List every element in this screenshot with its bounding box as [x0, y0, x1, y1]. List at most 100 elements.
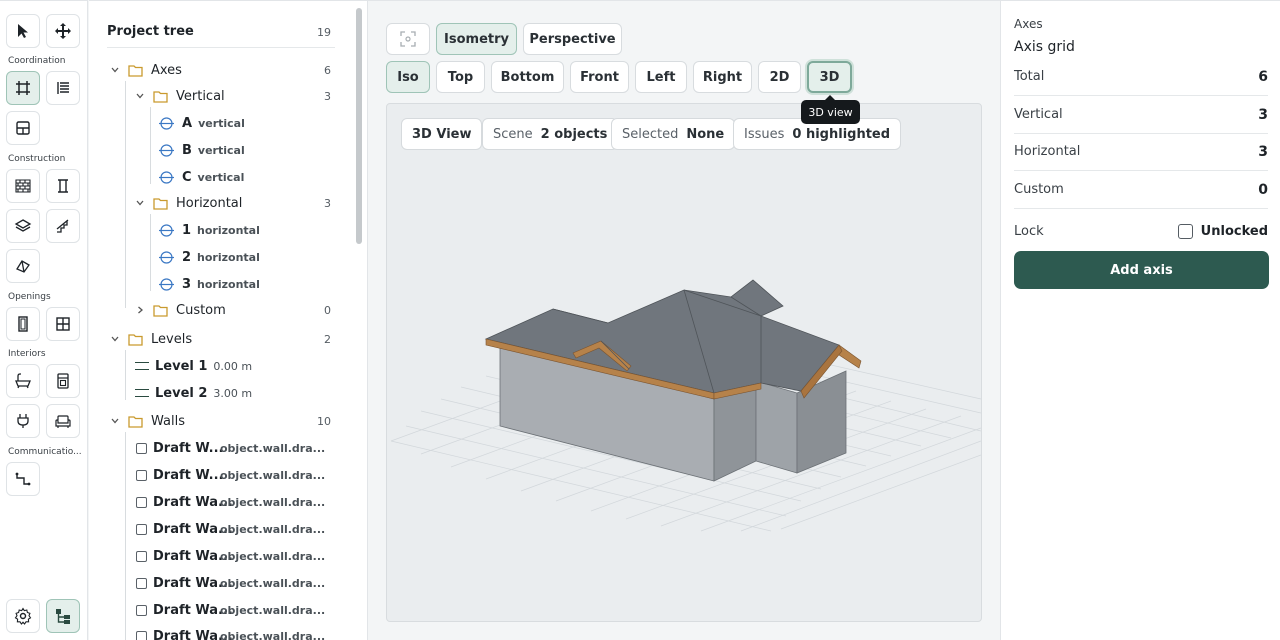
tree-item-wall[interactable]: Draft W... object.wall.dra... — [89, 437, 353, 459]
tree-item-wall[interactable]: Draft Wa... object.wall.dra... — [89, 545, 353, 567]
view-preset-2d[interactable]: 2D — [758, 61, 801, 93]
tree-node-count: 3 — [324, 196, 331, 210]
wall-icon — [136, 577, 147, 589]
tree-node-axes[interactable]: Axes 6 — [89, 59, 353, 81]
wall-id: object.wall.dra... — [220, 603, 326, 617]
tree-item-wall[interactable]: Draft Wa... object.wall.dra... — [89, 572, 353, 594]
project-tree-count: 19 — [317, 26, 331, 39]
view-preset-front[interactable]: Front — [570, 61, 629, 93]
tree-node-walls[interactable]: Walls 10 — [89, 410, 353, 432]
tree-item-axis-1[interactable]: 1 horizontal — [89, 219, 353, 241]
furniture-tool-button[interactable] — [46, 404, 80, 438]
tree-node-count: 3 — [324, 89, 331, 103]
folder-icon — [128, 415, 143, 428]
perspective-toggle[interactable]: Perspective — [523, 23, 622, 55]
wall-id: object.wall.dra... — [220, 629, 326, 640]
tree-node-custom[interactable]: Custom 0 — [89, 299, 353, 321]
select-tool-button[interactable] — [6, 14, 40, 48]
axis-name: 3 — [182, 276, 192, 292]
view-preset-3d[interactable]: 3D — [807, 61, 852, 93]
view-mode-chip: 3D View — [401, 118, 483, 150]
tree-node-label: Axes — [151, 62, 182, 78]
zones-tool-button[interactable] — [6, 111, 40, 145]
properties-panel: Axes Axis grid Total 6 Vertical 3 Horizo… — [1000, 0, 1280, 640]
tree-node-label: Walls — [151, 413, 185, 429]
isometry-toggle[interactable]: Isometry — [436, 23, 517, 55]
tree-scrollbar-thumb[interactable] — [356, 8, 362, 244]
stairs-tool-button[interactable] — [46, 209, 80, 243]
column-tool-button[interactable] — [46, 169, 80, 203]
wall-tool-button[interactable] — [6, 169, 40, 203]
lock-toggle[interactable]: Unlocked — [1177, 223, 1268, 239]
tree-view-icon — [56, 609, 70, 624]
view-preset-bottom[interactable]: Bottom — [491, 61, 564, 93]
house-model — [484, 279, 862, 482]
add-axis-button[interactable]: Add axis — [1014, 251, 1269, 289]
selected-label: Selected — [622, 126, 679, 142]
tree-node-vertical[interactable]: Vertical 3 — [89, 85, 353, 107]
view-preset-top[interactable]: Top — [436, 61, 485, 93]
tool-sidebar: Coordination Construction Openings Inter… — [0, 0, 88, 640]
electrical-tool-button[interactable] — [6, 404, 40, 438]
tree-node-count: 2 — [324, 332, 331, 346]
lock-checkbox[interactable] — [1177, 223, 1193, 239]
view-mode-label: 3D View — [412, 126, 472, 142]
tree-item-level-2[interactable]: Level 2 3.00 m — [89, 382, 353, 404]
wall-icon — [136, 550, 147, 562]
tree-item-axis-b[interactable]: B vertical — [89, 139, 353, 161]
levels-icon — [57, 82, 69, 94]
tree-item-axis-c[interactable]: C vertical — [89, 166, 353, 188]
pipe-tool-button[interactable] — [6, 462, 40, 496]
scene-chip: Scene 2 objects — [482, 118, 619, 150]
view-preset-iso[interactable]: Iso — [386, 61, 430, 93]
group-label-interiors: Interiors — [8, 349, 46, 359]
group-label-openings: Openings — [8, 292, 51, 302]
roof-tool-button[interactable] — [6, 249, 40, 283]
tree-node-count: 6 — [324, 63, 331, 77]
levels-tool-button[interactable] — [46, 71, 80, 105]
group-label-communications: Communicatio... — [8, 447, 82, 457]
folder-icon — [153, 90, 168, 103]
wall-id: object.wall.dra... — [220, 549, 326, 563]
tree-item-wall[interactable]: Draft Wa... object.wall.dra... — [89, 518, 353, 540]
cursor-arrow-icon — [18, 24, 28, 38]
stat-value: 0 — [1258, 181, 1268, 198]
project-tree-title: Project tree — [107, 24, 194, 39]
window-tool-button[interactable] — [46, 307, 80, 341]
stat-label: Total — [1014, 69, 1045, 84]
tree-item-axis-a[interactable]: A vertical — [89, 112, 353, 134]
tree-node-levels[interactable]: Levels 2 — [89, 328, 353, 350]
stat-row-custom: Custom 0 — [1014, 171, 1268, 209]
axis-icon — [159, 116, 174, 130]
panel-title: Axis grid — [1014, 39, 1075, 55]
tree-item-axis-3[interactable]: 3 horizontal — [89, 273, 353, 295]
tree-item-wall[interactable]: Draft W... object.wall.dra... — [89, 464, 353, 486]
level-name: Level 2 — [155, 385, 208, 401]
tree-item-axis-2[interactable]: 2 horizontal — [89, 246, 353, 268]
appliance-tool-button[interactable] — [46, 364, 80, 398]
wall-icon — [136, 523, 147, 535]
fit-view-button[interactable] — [386, 23, 430, 55]
door-tool-button[interactable] — [6, 307, 40, 341]
project-tree-toggle-button[interactable] — [46, 599, 80, 633]
tree-item-wall[interactable]: Draft Wa... object.wall.dra... — [89, 599, 353, 621]
move-tool-button[interactable] — [46, 14, 80, 48]
tree-node-count: 0 — [324, 303, 331, 317]
slab-tool-button[interactable] — [6, 209, 40, 243]
group-label-construction: Construction — [8, 154, 66, 164]
tree-item-level-1[interactable]: Level 1 0.00 m — [89, 355, 353, 377]
tree-item-wall[interactable]: Draft Wa... object.wall.dra... — [89, 625, 353, 640]
roof-icon — [16, 260, 30, 273]
issues-label: Issues — [744, 126, 785, 142]
view-preset-right[interactable]: Right — [693, 61, 752, 93]
axis-icon — [159, 143, 174, 157]
tree-item-wall[interactable]: Draft Wa... object.wall.dra... — [89, 491, 353, 513]
3d-viewport[interactable] — [386, 103, 982, 622]
bathtub-tool-button[interactable] — [6, 364, 40, 398]
appliance-icon — [57, 373, 69, 389]
view-preset-left[interactable]: Left — [635, 61, 687, 93]
wall-name: Draft W... — [153, 440, 224, 456]
axis-grid-tool-button[interactable] — [6, 71, 40, 105]
tree-node-horizontal[interactable]: Horizontal 3 — [89, 192, 353, 214]
settings-button[interactable] — [6, 599, 40, 633]
